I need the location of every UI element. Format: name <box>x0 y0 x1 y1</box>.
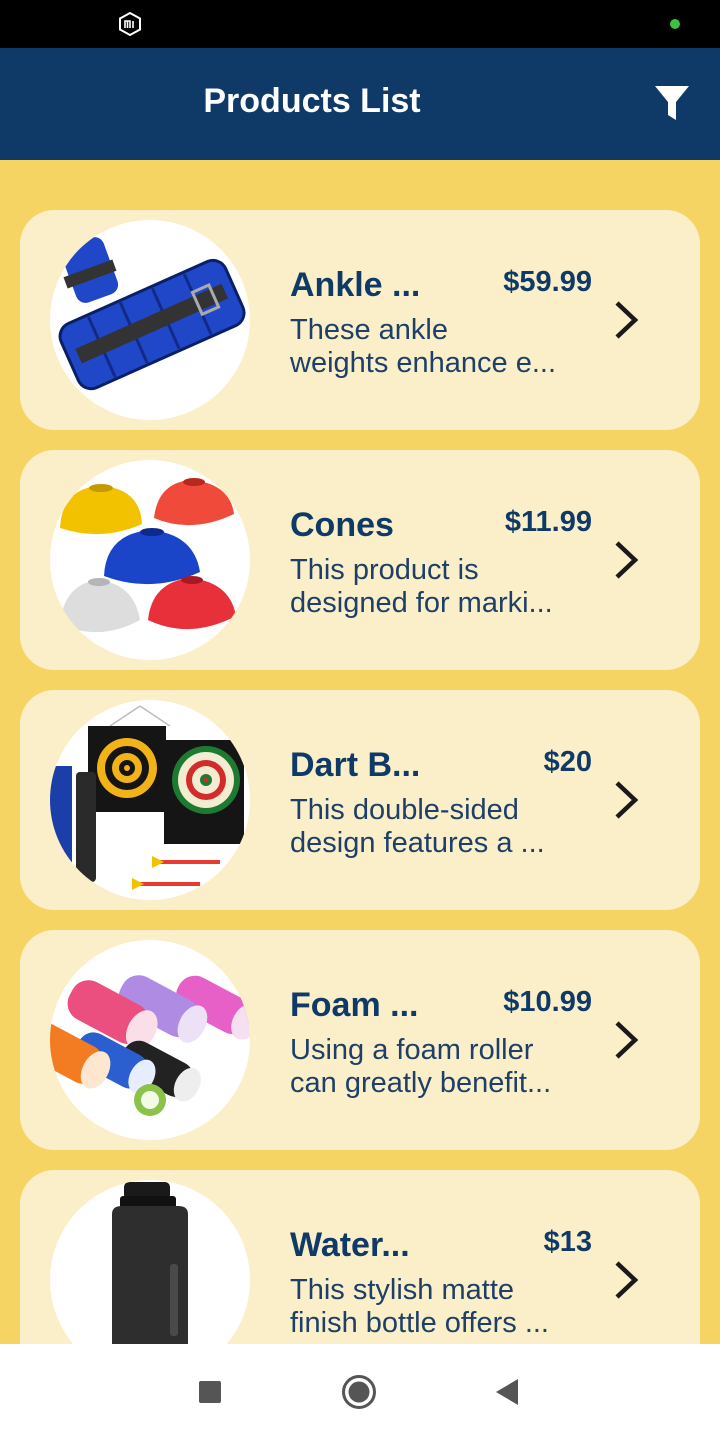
chevron-right-icon[interactable] <box>610 1018 642 1062</box>
description-line: These ankle <box>290 314 448 346</box>
mi-logo-icon <box>119 12 141 36</box>
description-line: This product is <box>290 554 479 586</box>
filter-icon[interactable] <box>650 84 694 124</box>
product-price: $59.99 <box>503 266 592 298</box>
description-line: designed for marki... <box>290 587 553 619</box>
description-line: can greatly benefit... <box>290 1067 552 1099</box>
page-title: Products List <box>203 82 421 120</box>
cones-image <box>50 460 250 660</box>
product-description: These ankle weights enhance e... <box>290 314 594 380</box>
product-card[interactable]: Cones $11.99 This product is designed fo… <box>20 450 700 670</box>
product-price: $10.99 <box>503 986 592 1018</box>
foam-roller-image <box>50 940 250 1140</box>
recents-icon[interactable] <box>199 1381 221 1403</box>
description-line: This double-sided <box>290 794 519 826</box>
product-name: Water... <box>290 1226 410 1264</box>
product-name: Foam ... <box>290 986 419 1024</box>
description-line: design features a ... <box>290 827 545 859</box>
product-card[interactable]: Foam ... $10.99 Using a foam roller can … <box>20 930 700 1150</box>
description-line: This stylish matte <box>290 1274 514 1306</box>
product-price: $13 <box>543 1226 592 1258</box>
product-card[interactable]: Dart B... $20 This double-sided design f… <box>20 690 700 910</box>
product-price: $11.99 <box>504 506 592 538</box>
system-nav-bar <box>0 1344 720 1440</box>
product-price: $20 <box>543 746 592 778</box>
product-list: Ankle ... $59.99 These ankle weights enh… <box>20 210 700 1344</box>
product-description: This stylish matte finish bottle offers … <box>290 1274 594 1340</box>
chevron-right-icon[interactable] <box>610 778 642 822</box>
description-line: weights enhance e... <box>290 347 557 379</box>
product-name: Ankle ... <box>290 266 421 304</box>
product-name: Cones <box>290 506 394 544</box>
product-description: This product is designed for marki... <box>290 554 594 620</box>
status-indicator-dot <box>670 19 680 29</box>
ankle-weights-image <box>50 220 250 420</box>
product-name: Dart B... <box>290 746 421 784</box>
product-description: This double-sided design features a ... <box>290 794 594 860</box>
status-bar <box>0 0 720 48</box>
description-line: finish bottle offers ... <box>290 1307 549 1339</box>
water-bottle-image <box>50 1180 250 1344</box>
product-description: Using a foam roller can greatly benefit.… <box>290 1034 594 1100</box>
home-icon[interactable] <box>341 1374 377 1410</box>
chevron-right-icon[interactable] <box>610 1258 642 1302</box>
chevron-right-icon[interactable] <box>610 298 642 342</box>
app-bar: Products List <box>0 48 720 160</box>
dart-board-image <box>50 700 250 900</box>
back-icon[interactable] <box>494 1377 520 1407</box>
product-card[interactable]: Ankle ... $59.99 These ankle weights enh… <box>20 210 700 430</box>
chevron-right-icon[interactable] <box>610 538 642 582</box>
description-line: Using a foam roller <box>290 1034 534 1066</box>
product-card[interactable]: Water... $13 This stylish matte finish b… <box>20 1170 700 1344</box>
